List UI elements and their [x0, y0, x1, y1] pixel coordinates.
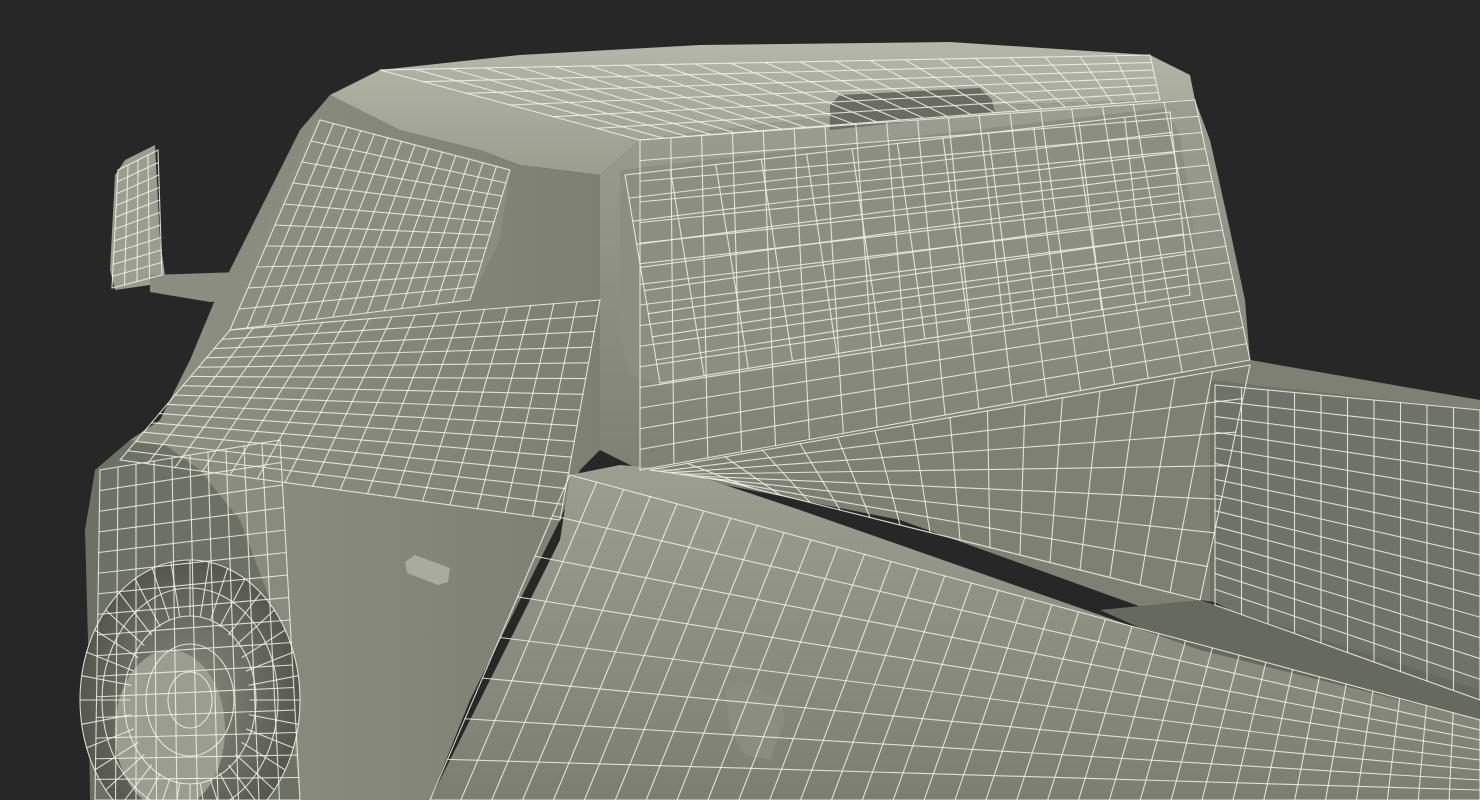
render-viewport [0, 0, 1480, 800]
truck-wireframe-render [0, 0, 1480, 800]
